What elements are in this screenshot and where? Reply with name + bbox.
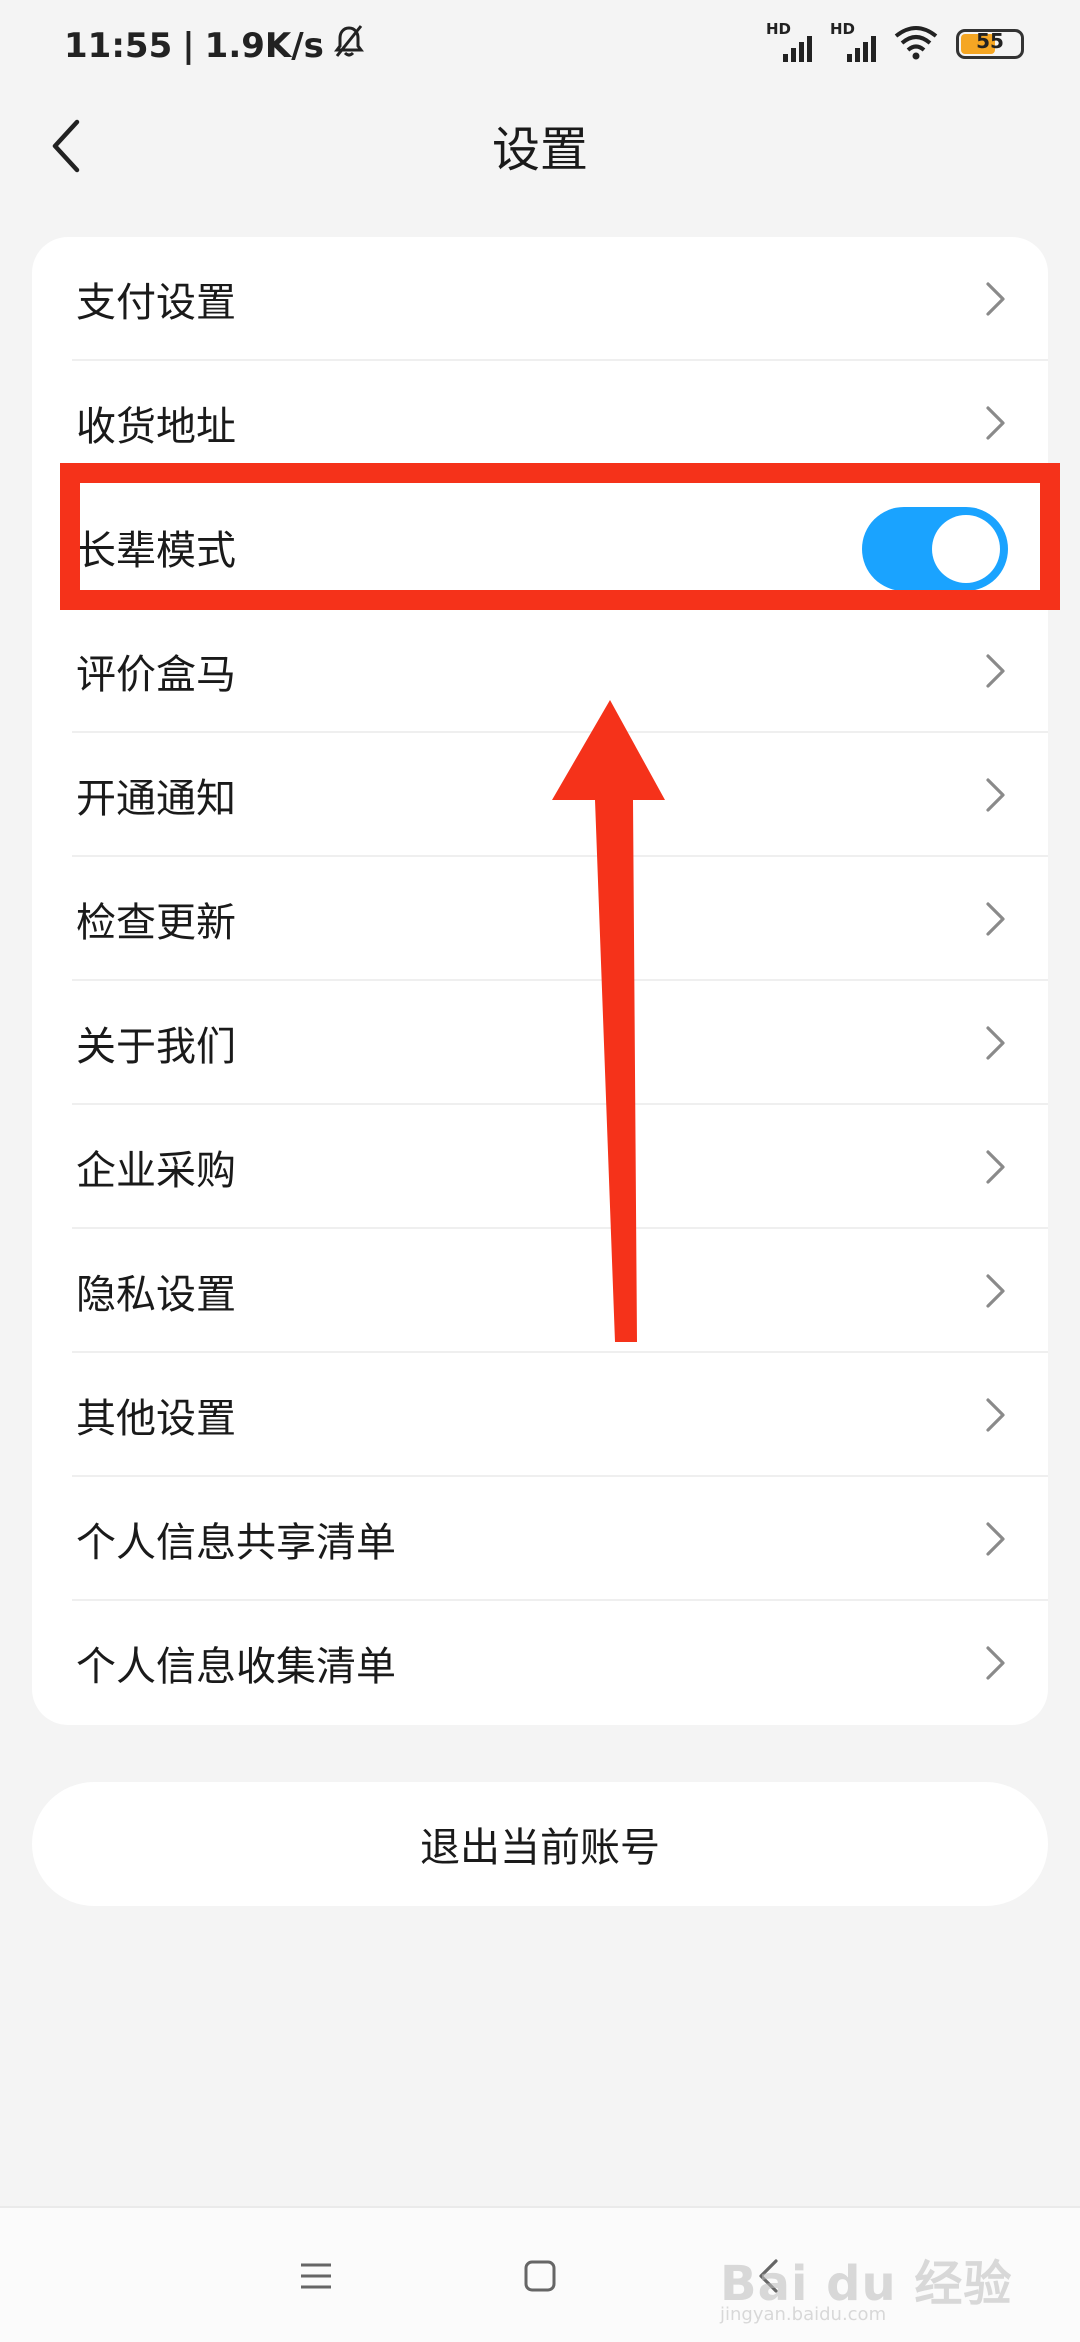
settings-item-elder-mode[interactable]: 长辈模式 (32, 485, 1048, 609)
chevron-right-icon (986, 1150, 1005, 1184)
settings-item-about[interactable]: 关于我们 (32, 981, 1048, 1105)
toggle-knob (932, 515, 1000, 583)
settings-item-label: 个人信息收集清单 (76, 1644, 396, 1690)
settings-item-info-collection[interactable]: 个人信息收集清单 (32, 1601, 1048, 1725)
battery-icon: 55 (956, 29, 1024, 59)
chevron-right-icon (986, 1274, 1005, 1308)
logout-button[interactable]: 退出当前账号 (32, 1782, 1048, 1906)
chevron-right-icon (986, 1646, 1005, 1680)
menu-icon (301, 2263, 331, 2289)
settings-item-label: 隐私设置 (76, 1272, 236, 1318)
settings-item-label: 检查更新 (76, 900, 236, 946)
chevron-right-icon (986, 778, 1005, 812)
watermark-url: jingyan.baidu.com (720, 2304, 887, 2325)
battery-level: 55 (976, 29, 1004, 53)
settings-item-label: 开通通知 (76, 776, 236, 822)
settings-item-other[interactable]: 其他设置 (32, 1353, 1048, 1477)
chevron-right-icon (986, 654, 1005, 688)
home-icon (524, 2260, 556, 2292)
settings-item-label: 收货地址 (76, 404, 236, 450)
status-right: HD HD 55 (766, 20, 1024, 64)
baidu-watermark: Bai du 经验 jingyan.baidu.com (720, 2228, 1040, 2328)
wifi-icon (894, 24, 938, 64)
settings-item-check-update[interactable]: 检查更新 (32, 857, 1048, 981)
chevron-right-icon (986, 282, 1005, 316)
settings-item-payment[interactable]: 支付设置 (32, 237, 1048, 361)
network-speed: 1.9K/s (204, 25, 324, 66)
elder-mode-toggle[interactable] (862, 507, 1008, 591)
settings-list: 支付设置 收货地址 长辈模式 评价盒马 开通通知 检查更新 关于我们 企业采购 (32, 237, 1048, 1725)
home-button[interactable] (512, 2248, 568, 2304)
settings-item-label: 关于我们 (76, 1024, 236, 1070)
chevron-right-icon (986, 1026, 1005, 1060)
chevron-right-icon (986, 406, 1005, 440)
settings-item-label: 个人信息共享清单 (76, 1520, 396, 1566)
page-title: 设置 (491, 122, 588, 178)
settings-item-label: 企业采购 (76, 1148, 236, 1194)
status-time: 11:55 (64, 25, 173, 66)
bell-off-icon (333, 24, 364, 67)
settings-item-label: 支付设置 (76, 280, 236, 326)
signal-icon: HD (766, 20, 812, 64)
settings-item-info-sharing[interactable]: 个人信息共享清单 (32, 1477, 1048, 1601)
settings-item-enterprise[interactable]: 企业采购 (32, 1105, 1048, 1229)
chevron-right-icon (986, 902, 1005, 936)
settings-item-address[interactable]: 收货地址 (32, 361, 1048, 485)
menu-button[interactable] (288, 2248, 344, 2304)
settings-item-label: 评价盒马 (76, 652, 236, 698)
header: 设置 (0, 96, 1080, 246)
settings-item-privacy[interactable]: 隐私设置 (32, 1229, 1048, 1353)
chevron-right-icon (986, 1398, 1005, 1432)
settings-item-notifications[interactable]: 开通通知 (32, 733, 1048, 857)
settings-item-label: 其他设置 (76, 1396, 236, 1442)
signal-icon: HD (830, 20, 876, 64)
settings-item-label: 长辈模式 (76, 528, 236, 574)
chevron-right-icon (986, 1522, 1005, 1556)
status-bar: 11:55 | 1.9K/s HD HD 55 (0, 0, 1080, 96)
status-left: 11:55 | 1.9K/s (64, 24, 364, 67)
status-separator: | (182, 25, 195, 66)
settings-item-rate[interactable]: 评价盒马 (32, 609, 1048, 733)
